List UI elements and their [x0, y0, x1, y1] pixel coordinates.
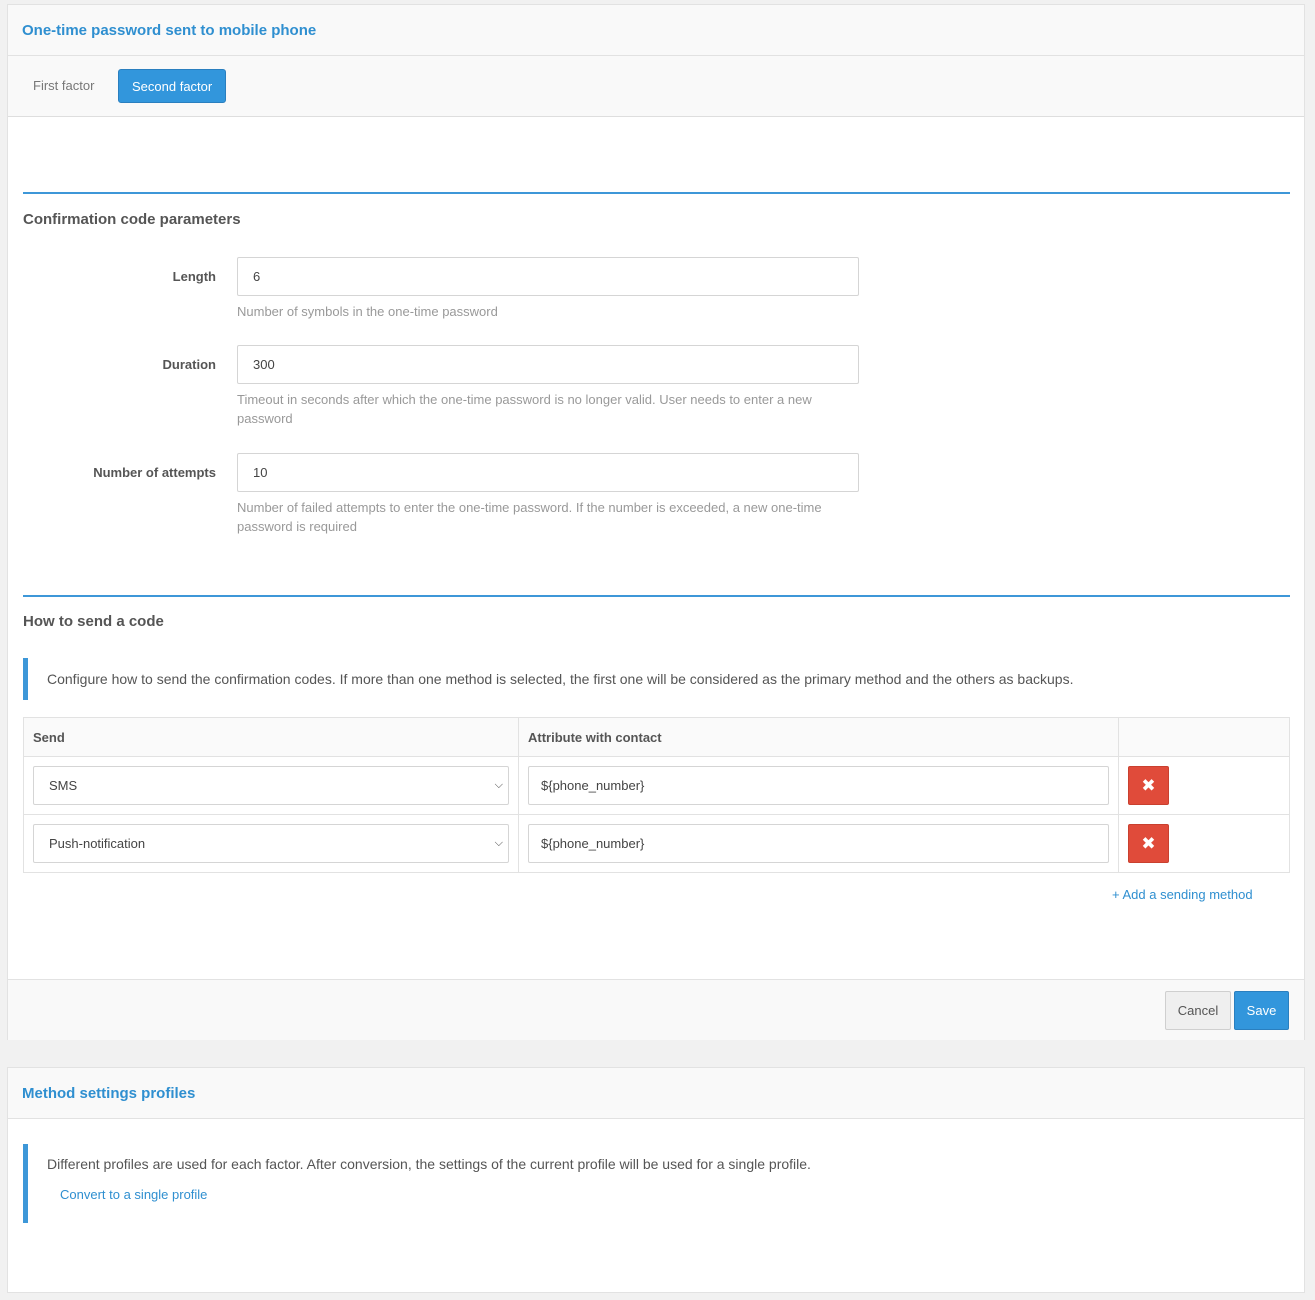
send-cell: Push-notification ⌵ — [23, 814, 519, 873]
attribute-cell — [518, 814, 1119, 873]
column-header-actions — [1118, 717, 1290, 757]
attribute-input[interactable] — [528, 824, 1109, 863]
section-title-send: How to send a code — [23, 613, 164, 630]
attribute-input[interactable] — [528, 766, 1109, 805]
panel-heading: One-time password sent to mobile phone — [8, 5, 1304, 56]
section-title-code-params: Confirmation code parameters — [23, 211, 241, 228]
column-header-attribute: Attribute with contact — [518, 717, 1119, 757]
add-sending-method-link[interactable]: + Add a sending method — [1112, 887, 1253, 902]
column-header-send: Send — [23, 717, 519, 757]
save-button[interactable]: Save — [1234, 991, 1289, 1030]
otp-settings-panel: One-time password sent to mobile phone F… — [7, 4, 1305, 1040]
attempts-label: Number of attempts — [93, 465, 216, 480]
chevron-down-icon: ⌵ — [494, 779, 503, 791]
table-row: SMS ⌵ ✖ — [23, 756, 1290, 815]
tab-first-factor[interactable]: First factor — [20, 69, 107, 103]
delete-method-button[interactable]: ✖ — [1128, 824, 1169, 863]
send-info-text: Configure how to send the confirmation c… — [47, 671, 1074, 687]
cancel-button[interactable]: Cancel — [1165, 991, 1231, 1030]
method-profiles-panel: Method settings profiles Different profi… — [7, 1067, 1305, 1293]
convert-profile-link[interactable]: Convert to a single profile — [60, 1187, 207, 1202]
send-info-callout: Configure how to send the confirmation c… — [23, 658, 1290, 700]
attribute-cell — [518, 756, 1119, 815]
delete-method-button[interactable]: ✖ — [1128, 766, 1169, 805]
table-header-row: Send Attribute with contact — [23, 717, 1290, 757]
panel-heading: Method settings profiles — [8, 1068, 1304, 1119]
duration-label: Duration — [162, 357, 216, 372]
attempts-help: Number of failed attempts to enter the o… — [237, 500, 822, 534]
actions-cell: ✖ — [1118, 756, 1290, 815]
tab-second-factor[interactable]: Second factor — [118, 69, 227, 103]
close-icon: ✖ — [1141, 776, 1156, 795]
actions-cell: ✖ — [1118, 814, 1290, 873]
section-divider — [23, 192, 1290, 194]
sending-methods-table: Send Attribute with contact SMS ⌵ ${phon… — [23, 717, 1290, 873]
attempts-input[interactable] — [237, 453, 859, 492]
profiles-info-text: Different profiles are used for each fac… — [47, 1156, 811, 1172]
method-select[interactable]: SMS ⌵ — [33, 766, 509, 805]
section-divider — [23, 595, 1290, 597]
method-select-value: Push-notification — [49, 836, 146, 851]
close-icon: ✖ — [1141, 834, 1156, 853]
method-select[interactable]: Push-notification ⌵ — [33, 824, 509, 863]
length-help: Number of symbols in the one-time passwo… — [237, 304, 498, 319]
length-input[interactable] — [237, 257, 859, 296]
duration-input[interactable] — [237, 345, 859, 384]
method-select-value: SMS — [49, 778, 78, 793]
duration-help: Timeout in seconds after which the one-t… — [237, 392, 812, 426]
table-row: Push-notification ⌵ ✖ — [23, 814, 1290, 873]
length-label: Length — [172, 269, 216, 284]
panel-title: Method settings profiles — [22, 1085, 196, 1102]
chevron-down-icon: ⌵ — [494, 837, 503, 849]
send-cell: SMS ⌵ — [23, 756, 519, 815]
factor-tabs: First factor Second factor — [8, 56, 1304, 117]
panel-title: One-time password sent to mobile phone — [22, 22, 317, 39]
panel-footer: Cancel Save — [8, 979, 1304, 1040]
profiles-info-callout: Different profiles are used for each fac… — [23, 1144, 1290, 1223]
